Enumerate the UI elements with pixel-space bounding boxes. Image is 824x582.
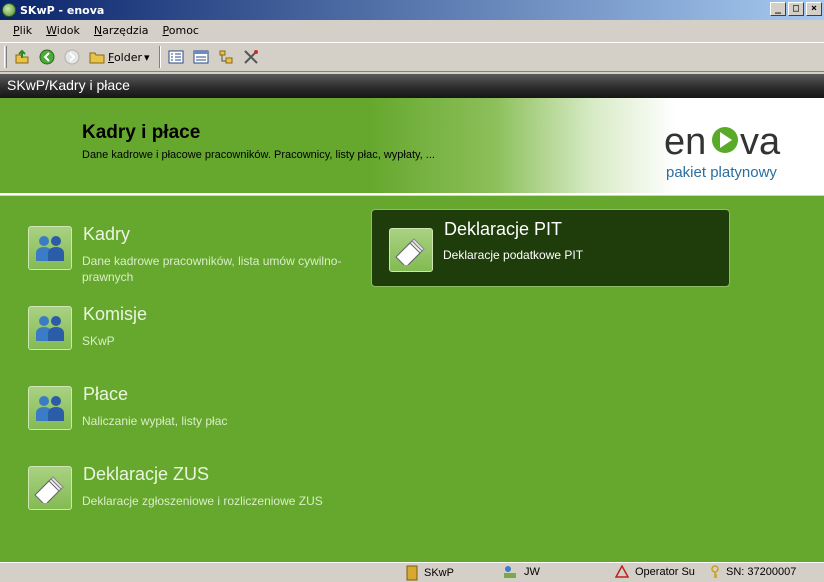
status-database[interactable]: SKwP bbox=[406, 565, 454, 581]
documents-icon bbox=[389, 228, 433, 272]
form-view-button[interactable] bbox=[190, 46, 212, 68]
chevron-down-icon: ▾ bbox=[144, 50, 150, 64]
status-user[interactable]: JW bbox=[502, 565, 540, 579]
up-folder-icon bbox=[15, 49, 29, 64]
breadcrumb: SKwP/Kadry i płace bbox=[0, 74, 824, 98]
app-icon[interactable] bbox=[2, 3, 16, 17]
status-bar: SKwP JW Operator Su SN: 37200007 bbox=[0, 562, 824, 582]
people-icon bbox=[28, 306, 72, 350]
module-title: Kadry bbox=[83, 224, 131, 244]
window-title: SKwP - enova bbox=[20, 3, 105, 17]
module-title: Komisje bbox=[83, 304, 148, 324]
window-controls: _ □ × bbox=[770, 2, 822, 16]
up-folder-button[interactable] bbox=[11, 46, 33, 68]
module-description: SKwP bbox=[82, 334, 115, 348]
module-title: Deklaracje PIT bbox=[444, 219, 563, 239]
people-icon bbox=[28, 226, 72, 270]
tree-view-icon bbox=[219, 50, 233, 64]
menu-plik[interactable]: Plik bbox=[6, 24, 39, 37]
page-title: Kadry i płace bbox=[82, 122, 201, 143]
database-icon bbox=[406, 565, 418, 581]
svg-text:en: en bbox=[664, 122, 706, 163]
menu-pomoc[interactable]: Pomoc bbox=[156, 24, 206, 37]
svg-text:va: va bbox=[740, 122, 781, 163]
status-serial[interactable]: SN: 37200007 bbox=[710, 565, 796, 579]
form-view-icon bbox=[193, 50, 209, 64]
forward-arrow-icon bbox=[64, 49, 80, 65]
maximize-button[interactable]: □ bbox=[788, 2, 804, 16]
module-deklaracje-pit[interactable]: Deklaracje PIT Deklaracje podatkowe PIT bbox=[371, 209, 730, 287]
status-user-label: JW bbox=[524, 566, 540, 578]
menu-bar: Plik Widok Narzędzia Pomoc bbox=[0, 20, 824, 40]
toolbar-separator bbox=[158, 46, 161, 68]
warning-icon bbox=[615, 565, 629, 578]
folder-icon bbox=[89, 52, 105, 64]
list-view-icon bbox=[168, 50, 184, 64]
module-description: Deklaracje zgłoszeniowe i rozliczeniowe … bbox=[82, 494, 323, 508]
enova-logo-icon: en va bbox=[664, 122, 781, 163]
list-view-button[interactable] bbox=[165, 46, 187, 68]
module-title: Deklaracje ZUS bbox=[83, 464, 210, 484]
tools-icon bbox=[243, 50, 258, 64]
module-description: Naliczanie wypłat, listy płac bbox=[82, 414, 228, 428]
toolbar-grip[interactable] bbox=[4, 46, 7, 68]
back-button[interactable] bbox=[36, 46, 58, 68]
page-header: Kadry i płace Dane kadrowe i płacowe pra… bbox=[0, 98, 824, 195]
logo-subtext: pakiet platynowy bbox=[666, 164, 777, 181]
folder-dropdown-button[interactable]: Folder ▾ bbox=[86, 46, 153, 68]
status-operator-label: Operator Su bbox=[635, 565, 695, 578]
user-icon bbox=[504, 566, 516, 578]
folder-label: Folder bbox=[108, 50, 142, 64]
menu-widok[interactable]: Widok bbox=[39, 24, 87, 37]
status-database-label: SKwP bbox=[424, 567, 454, 579]
minimize-button[interactable]: _ bbox=[770, 2, 786, 16]
toolbar: Folder ▾ bbox=[0, 42, 824, 72]
title-bar: SKwP - enova _ □ × bbox=[0, 0, 824, 20]
documents-icon bbox=[28, 466, 72, 510]
module-description: Deklaracje podatkowe PIT bbox=[443, 248, 584, 262]
close-button[interactable]: × bbox=[806, 2, 822, 16]
key-icon bbox=[711, 565, 719, 578]
status-serial-label: SN: 37200007 bbox=[726, 566, 797, 578]
module-title: Płace bbox=[83, 384, 129, 404]
back-arrow-icon bbox=[39, 49, 55, 65]
modules-panel: Kadry Dane kadrowe pracowników, lista um… bbox=[0, 196, 824, 562]
menu-narzedzia[interactable]: Narzędzia bbox=[87, 24, 156, 37]
tree-view-button[interactable] bbox=[215, 46, 237, 68]
forward-button[interactable] bbox=[61, 46, 83, 68]
status-operator[interactable]: Operator Su bbox=[615, 565, 695, 578]
people-icon bbox=[28, 386, 72, 430]
enova-logo: enova en va pakiet platynowy bbox=[664, 122, 794, 182]
tools-button[interactable] bbox=[240, 46, 262, 68]
page-subtitle: Dane kadrowe i płacowe pracowników. Prac… bbox=[82, 149, 435, 161]
module-description: Dane kadrowe pracowników, lista umów cyw… bbox=[82, 254, 342, 284]
